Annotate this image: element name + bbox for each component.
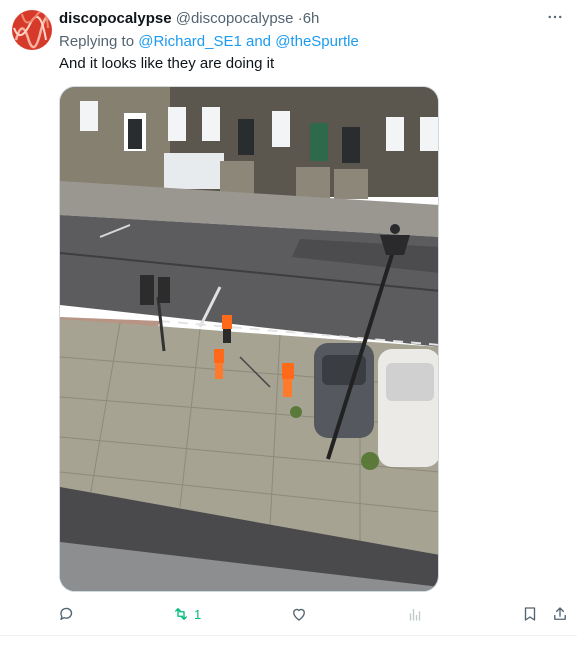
mention-link[interactable]: @theSpurtle xyxy=(275,33,359,50)
tweet-header: discopocalypse @discopocalypse ·6h xyxy=(59,10,537,30)
display-name[interactable]: discopocalypse xyxy=(59,10,172,27)
tweet-photo[interactable] xyxy=(59,86,439,592)
bookmark-icon xyxy=(524,607,536,621)
retweet-button[interactable]: 1 xyxy=(172,604,201,624)
retweet-icon xyxy=(175,608,187,620)
share-icon xyxy=(554,607,566,620)
like-button[interactable] xyxy=(290,604,312,624)
replying-prefix: Replying to xyxy=(59,33,135,50)
more-icon[interactable] xyxy=(543,8,567,28)
tweet-text: And it looks like they are doing it xyxy=(59,55,275,72)
heart-icon xyxy=(293,608,305,621)
mention-link[interactable]: @Richard_SE1 xyxy=(138,33,242,50)
mention-joiner: and xyxy=(246,33,272,50)
timestamp[interactable]: 6h xyxy=(303,10,320,27)
share-button[interactable] xyxy=(551,604,569,624)
avatar[interactable] xyxy=(12,10,52,50)
reply-button[interactable] xyxy=(58,604,80,624)
tweet-actions: 1 xyxy=(0,598,577,630)
handle[interactable]: @discopocalypse xyxy=(176,10,294,27)
views-icon xyxy=(409,608,421,621)
bookmark-button[interactable] xyxy=(521,604,539,624)
views-button[interactable] xyxy=(406,604,428,624)
retweet-count: 1 xyxy=(194,606,202,622)
reply-icon xyxy=(60,607,73,620)
divider xyxy=(0,635,577,636)
replying-to: Replying to @Richard_SE1 and @theSpurtle xyxy=(59,33,359,50)
